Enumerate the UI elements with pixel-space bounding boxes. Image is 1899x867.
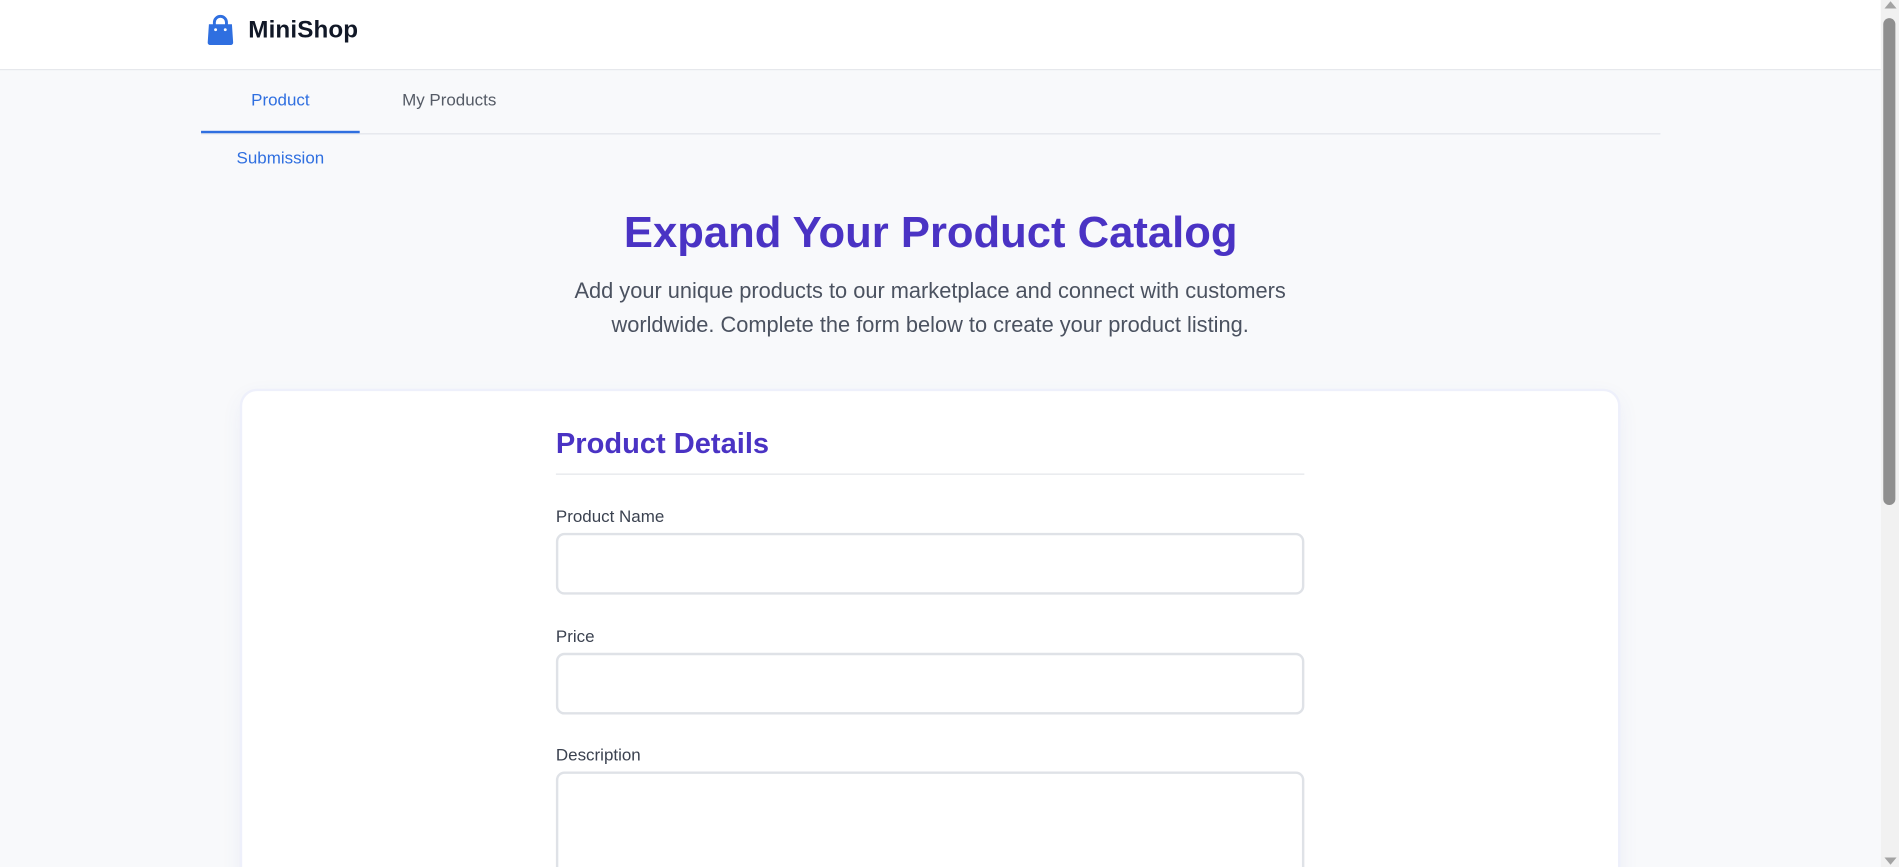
section-divider <box>555 473 1305 475</box>
page-title: Expand Your Product Catalog <box>623 207 1238 257</box>
price-label: Price <box>555 626 595 646</box>
shopping-bag-icon <box>207 14 234 46</box>
scroll-up-arrow-icon[interactable] <box>1884 1 1897 9</box>
tab-product-submission[interactable]: Product Submission <box>201 70 360 167</box>
page: MiniShop Product Submission My Products … <box>0 0 1899 867</box>
product-form-card: Product Details Product Name Price Descr… <box>242 391 1619 867</box>
tab-my-products[interactable]: My Products <box>397 70 501 131</box>
scroll-down-arrow-icon[interactable] <box>1884 857 1897 865</box>
brand[interactable]: MiniShop <box>206 14 359 46</box>
viewport: MiniShop Product Submission My Products … <box>0 0 1899 867</box>
page-subtitle: Add your unique products to our marketpl… <box>574 278 1286 337</box>
scroll-thumb[interactable] <box>1883 18 1896 506</box>
vertical-scrollbar[interactable] <box>1880 0 1899 867</box>
description-textarea[interactable] <box>555 771 1305 867</box>
section-title: Product Details <box>555 427 770 461</box>
tab-bar: Product Submission My Products <box>201 70 1661 167</box>
brand-name: MiniShop <box>248 16 359 43</box>
product-name-label: Product Name <box>555 506 665 526</box>
description-label: Description <box>555 744 641 765</box>
price-input[interactable] <box>555 652 1305 715</box>
top-bar: MiniShop <box>0 0 1881 71</box>
product-name-input[interactable] <box>555 532 1305 595</box>
